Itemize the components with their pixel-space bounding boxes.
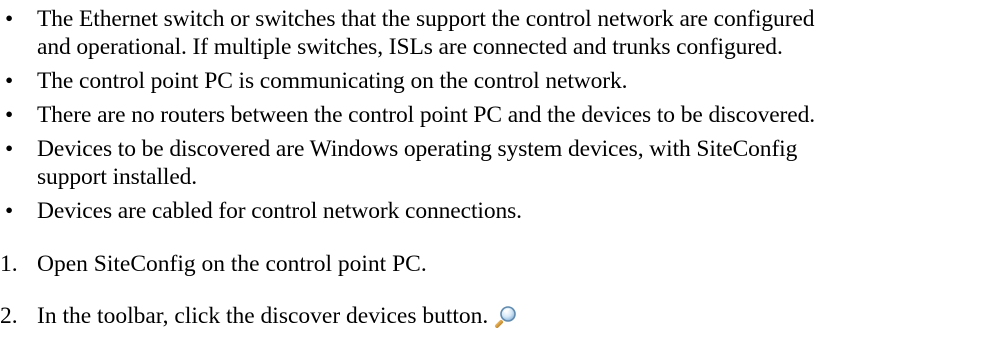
step-text-wrapper: In the toolbar, click the discover devic… <box>37 302 518 330</box>
bullet-marker: • <box>5 6 14 32</box>
step-text: In the toolbar, click the discover devic… <box>37 303 489 329</box>
step-text: Open SiteConfig on the control point PC. <box>37 251 427 277</box>
list-item-line: There are no routers between the control… <box>37 102 816 128</box>
bullet-marker: • <box>5 136 14 162</box>
list-item-line: Devices to be discovered are Windows ope… <box>37 136 798 162</box>
step-number: 2. <box>0 303 18 329</box>
list-item-line: Devices are cabled for control network c… <box>37 198 522 224</box>
bullet-marker: • <box>5 102 14 128</box>
list-item-line: support installed. <box>37 164 198 190</box>
list-item-line: The control point PC is communicating on… <box>37 68 628 94</box>
list-item-line: and operational. If multiple switches, I… <box>37 34 783 60</box>
step-number: 1. <box>0 251 18 277</box>
bullet-marker: • <box>5 198 14 224</box>
list-item-line: The Ethernet switch or switches that the… <box>37 6 815 32</box>
bullet-marker: • <box>5 68 14 94</box>
magnifier-icon[interactable] <box>494 304 518 328</box>
